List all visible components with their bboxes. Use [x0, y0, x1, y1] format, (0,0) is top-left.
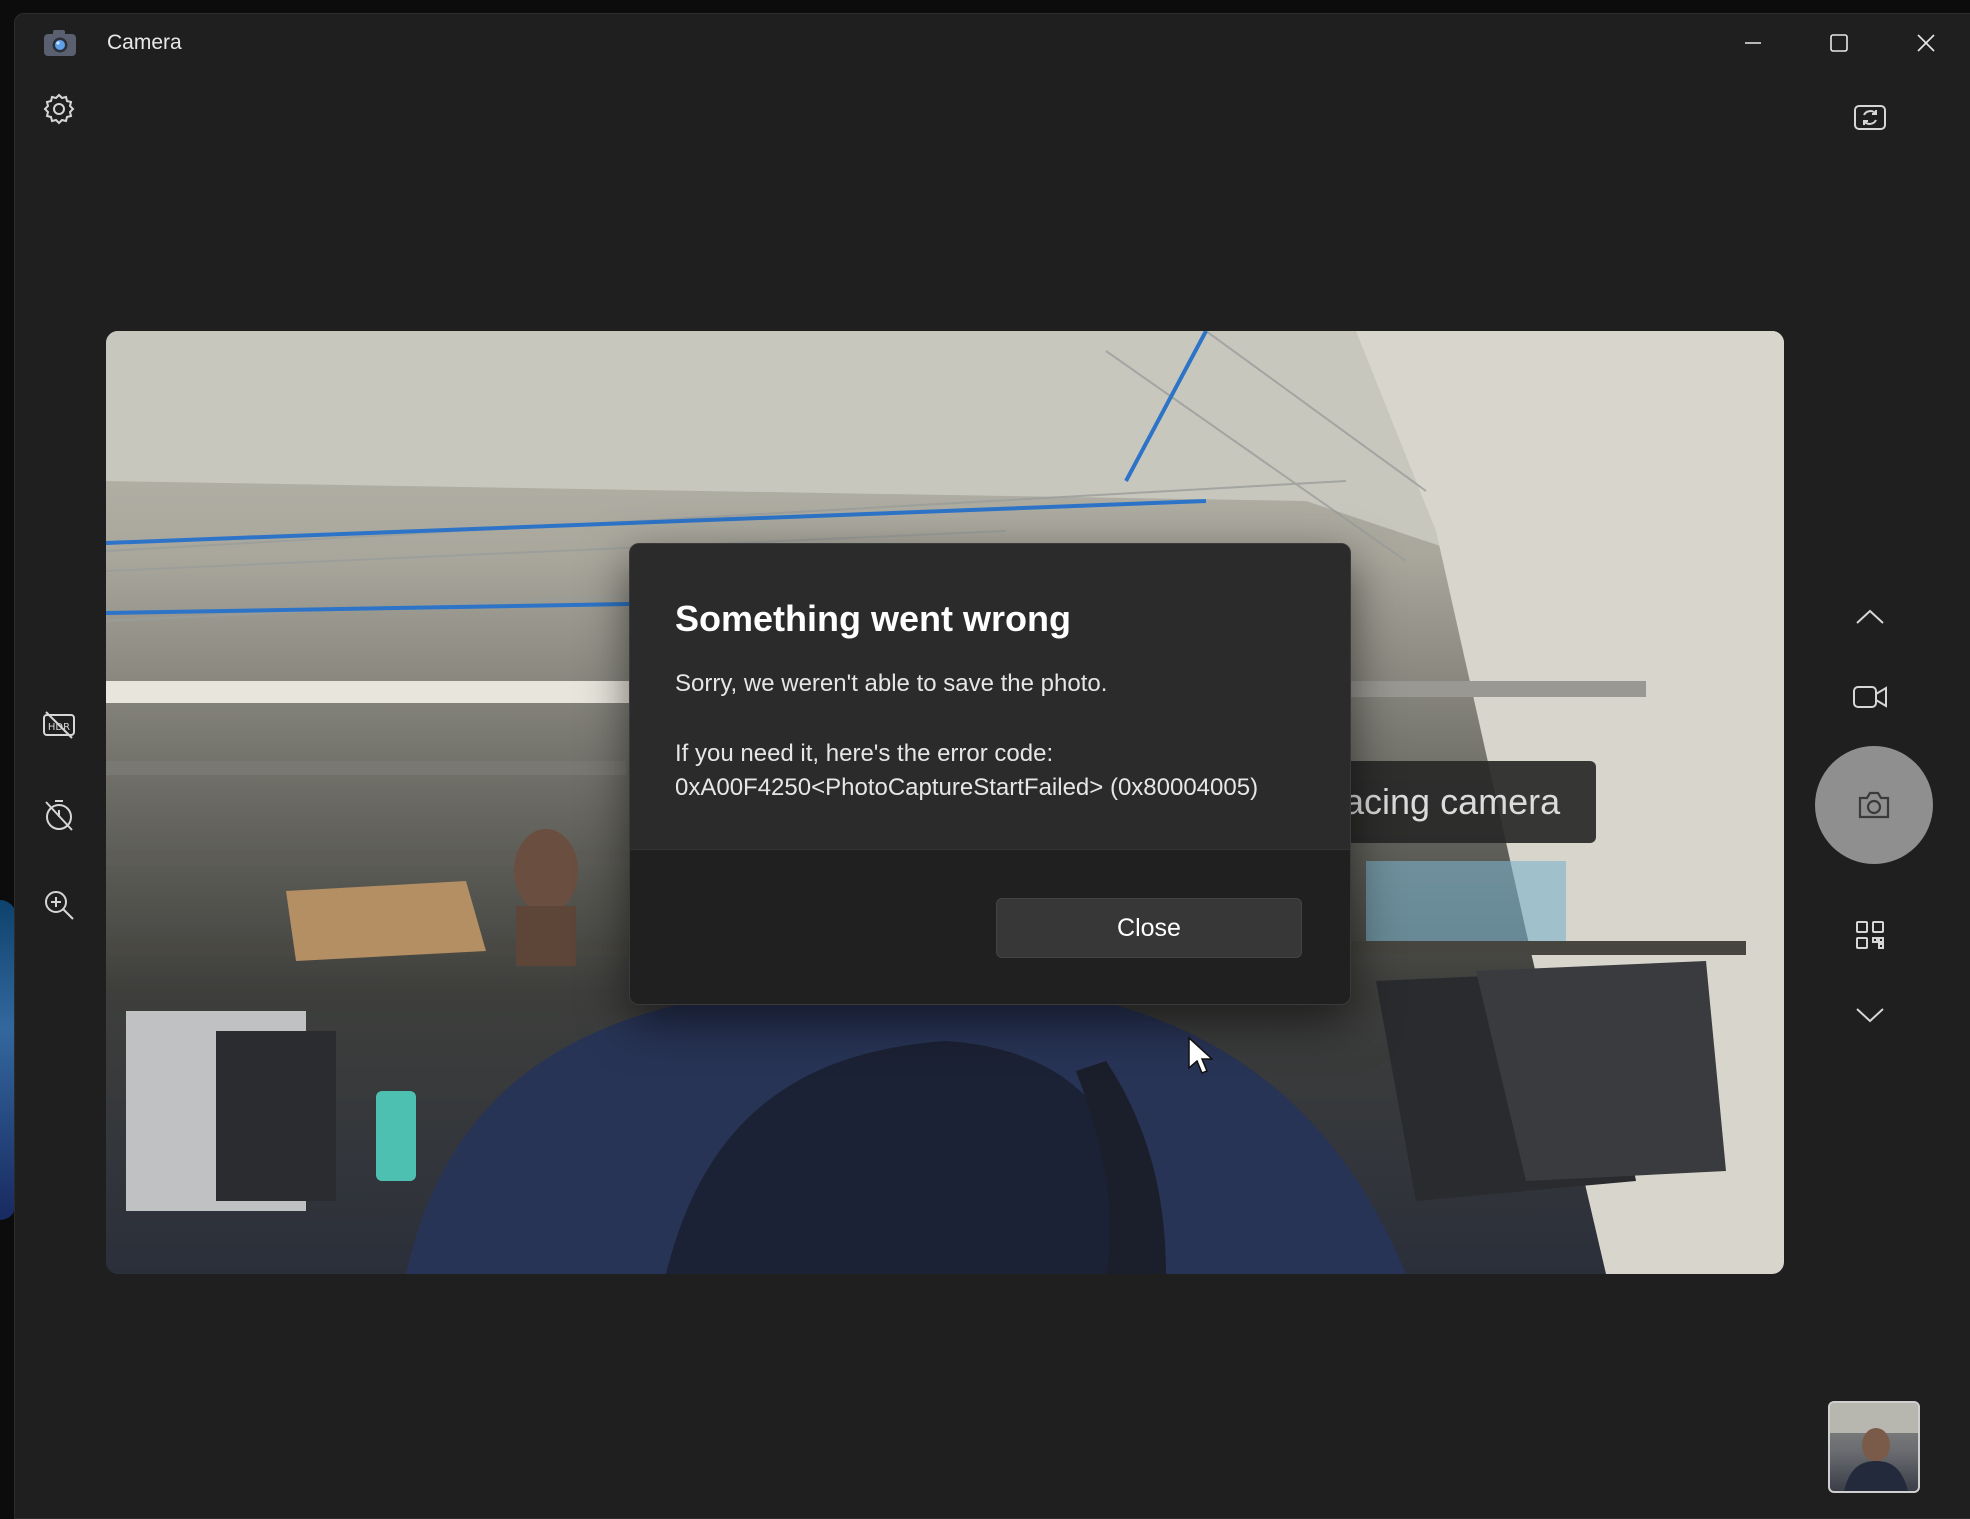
- camera-icon: [1858, 791, 1890, 819]
- error-dialog: Something went wrong Sorry, we weren't a…: [629, 543, 1351, 1005]
- window-title: Camera: [107, 31, 182, 54]
- mode-up-button[interactable]: [1840, 587, 1900, 647]
- dialog-error-code: 0xA00F4250<PhotoCaptureStartFailed> (0x8…: [675, 774, 1259, 801]
- dialog-content: Something went wrong Sorry, we weren't a…: [630, 544, 1350, 849]
- close-button[interactable]: Close: [996, 898, 1302, 958]
- hdr-off-icon: HDR: [43, 711, 75, 739]
- timer-off-icon: [45, 800, 73, 831]
- dialog-message: Sorry, we weren't able to save the photo…: [675, 670, 1108, 697]
- hdr-toggle-button[interactable]: HDR: [29, 695, 89, 755]
- dialog-error-hint: If you need it, here's the error code:: [675, 740, 1054, 767]
- switch-camera-button[interactable]: [1840, 87, 1900, 147]
- mouse-cursor-icon: [1188, 1036, 1213, 1074]
- chevron-down-icon: [1856, 1008, 1884, 1023]
- video-camera-icon: [1853, 686, 1887, 708]
- mode-down-button[interactable]: [1840, 985, 1900, 1045]
- qr-scanner-button[interactable]: [1840, 905, 1900, 965]
- camera-name-overlay: acing camera: [1336, 761, 1596, 843]
- take-photo-button[interactable]: [1815, 746, 1933, 864]
- close-window-button[interactable]: [1883, 14, 1969, 72]
- minimize-icon: [1745, 42, 1761, 44]
- gear-icon: [43, 93, 75, 125]
- maximize-icon: [1830, 34, 1848, 52]
- thumbnail-image: [1830, 1403, 1918, 1491]
- settings-button[interactable]: [29, 79, 89, 139]
- dialog-footer: Close: [630, 849, 1350, 1004]
- timer-button[interactable]: [29, 785, 89, 845]
- dialog-title: Something went wrong: [675, 598, 1071, 639]
- zoom-button[interactable]: [29, 875, 89, 935]
- zoom-icon: [45, 891, 74, 920]
- title-bar[interactable]: Camera: [15, 14, 1970, 72]
- video-mode-button[interactable]: [1840, 667, 1900, 727]
- last-capture-thumbnail[interactable]: [1828, 1401, 1920, 1493]
- minimize-button[interactable]: [1710, 14, 1796, 72]
- camera-window: Camera HDR acing camera Something went w…: [14, 13, 1970, 1519]
- close-icon: [1917, 34, 1935, 52]
- chevron-up-icon: [1856, 609, 1884, 624]
- camera-app-icon: [44, 30, 76, 56]
- qr-code-icon: [1856, 921, 1884, 949]
- maximize-button[interactable]: [1796, 14, 1882, 72]
- switch-camera-icon: [1854, 105, 1886, 130]
